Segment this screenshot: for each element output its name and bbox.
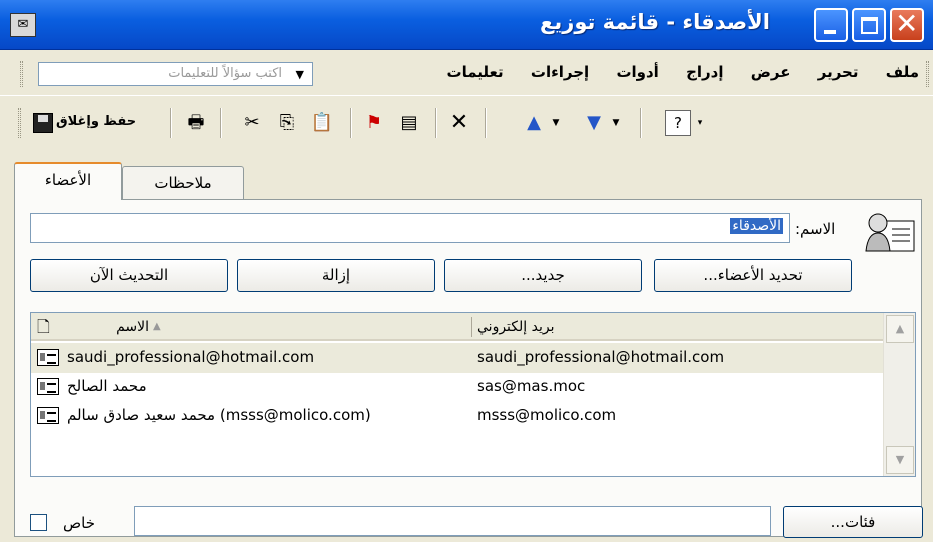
member-email: sas@mas.moc [477, 377, 586, 395]
contact-card-icon [37, 378, 59, 395]
tab-members[interactable]: الأعضاء [14, 162, 122, 200]
menu-items: ملف تحرير عرض إدراج أدوات إجراءات تعليما… [425, 63, 919, 81]
toolbar-separator [350, 108, 352, 138]
document-icon: 🗋 [37, 317, 50, 336]
save-and-close-button[interactable]: حفظ وإغلاق [32, 111, 144, 137]
menu-view[interactable]: عرض [751, 63, 791, 81]
contact-card-icon [37, 407, 59, 424]
paste-icon[interactable]: 📋 [308, 109, 336, 137]
categories-field[interactable] [134, 506, 771, 536]
menu-tools[interactable]: أدوات [616, 63, 658, 81]
sort-ascending-icon: ▲ [153, 321, 161, 332]
copy-icon[interactable]: ⎘ [273, 109, 301, 137]
minimize-button[interactable] [814, 8, 848, 42]
toolbar-separator [170, 108, 172, 138]
window-title: الأصدقاء - قائمة توزيع [540, 10, 770, 34]
member-email: msss@molico.com [477, 406, 617, 424]
column-divider[interactable] [471, 317, 472, 337]
standard-toolbar: حفظ وإغلاق 🖶 ✂ ⎘ 📋 ⚑ ▤ ✕ ▲ ▼ ▼ ▼ ? ▾ [0, 98, 933, 150]
add-new-button[interactable]: جديد... [444, 259, 642, 292]
list-header: 🗋 الاسم ▲ بريد إلكتروني [31, 313, 885, 341]
toolbar-grip[interactable] [18, 108, 21, 138]
list-item[interactable]: محمد الصالح sas@mas.moc [31, 372, 885, 402]
toolbar-separator [485, 108, 487, 138]
flag-icon[interactable]: ⚑ [360, 109, 388, 137]
contact-card-icon [862, 205, 916, 257]
column-header-email[interactable]: بريد إلكتروني [477, 313, 677, 341]
print-icon[interactable]: 🖶 [182, 109, 210, 137]
vertical-scrollbar[interactable]: ▲ ▼ [883, 313, 915, 476]
minimize-icon [824, 30, 836, 34]
member-email: saudi_professional@hotmail.com [477, 348, 725, 366]
ask-question-box[interactable]: اكتب سؤالاً للتعليمات ▼ [38, 62, 313, 86]
toolbar-separator [435, 108, 437, 138]
select-members-button[interactable]: تحديد الأعضاء... [654, 259, 852, 292]
next-item-icon[interactable]: ▼ [580, 109, 608, 137]
member-name: saudi_professional@hotmail.com [67, 348, 315, 366]
toolbar-separator [640, 108, 642, 138]
chevron-down-icon[interactable]: ▼ [296, 68, 304, 81]
chevron-down-icon[interactable]: ▼ [608, 109, 624, 137]
menu-grip[interactable] [926, 61, 929, 87]
toolbar-separator [220, 108, 222, 138]
members-list[interactable]: 🗋 الاسم ▲ بريد إلكتروني saudi_profession… [30, 312, 916, 477]
menu-bar: ملف تحرير عرض إدراج أدوات إجراءات تعليما… [0, 51, 933, 96]
member-name: محمد الصالح [67, 377, 147, 395]
title-bar[interactable]: ✉ الأصدقاء - قائمة توزيع ✕ [0, 0, 933, 50]
scroll-up-icon[interactable]: ▲ [886, 315, 914, 343]
scroll-down-icon[interactable]: ▼ [886, 446, 914, 474]
save-and-close-label: حفظ وإغلاق [56, 114, 137, 129]
maximize-icon [861, 17, 878, 34]
remove-button[interactable]: إزالة [237, 259, 435, 292]
categories-button[interactable]: فئات... [783, 506, 923, 538]
tab-strip: الأعضاء ملاحظات [0, 150, 933, 200]
cut-icon[interactable]: ✂ [238, 109, 266, 137]
name-field-value: الأصدقاء [730, 218, 783, 234]
previous-item-icon[interactable]: ▲ [520, 109, 548, 137]
toolbar-options-icon[interactable]: ▾ [694, 109, 706, 137]
ask-question-placeholder: اكتب سؤالاً للتعليمات [168, 66, 282, 81]
chevron-down-icon[interactable]: ▼ [548, 109, 564, 137]
list-item[interactable]: saudi_professional@hotmail.com saudi_pro… [31, 343, 885, 373]
menu-file[interactable]: ملف [886, 63, 919, 81]
tab-notes[interactable]: ملاحظات [122, 166, 244, 200]
close-icon: ✕ [895, 7, 919, 40]
insert-file-icon[interactable]: ▤ [395, 109, 423, 137]
help-icon[interactable]: ? [665, 110, 691, 136]
update-now-button[interactable]: التحديث الآن [30, 259, 228, 292]
distribution-list-window: ✉ الأصدقاء - قائمة توزيع ✕ ملف تحرير عرض… [0, 0, 933, 542]
contact-card-icon [37, 349, 59, 366]
menu-edit[interactable]: تحرير [818, 63, 859, 81]
menu-help[interactable]: تعليمات [447, 63, 504, 81]
member-name: محمد سعيد صادق سالم (msss@molico.com) [67, 406, 371, 424]
save-close-icon [33, 113, 53, 133]
name-field[interactable]: الأصدقاء [30, 213, 790, 243]
list-item[interactable]: محمد سعيد صادق سالم (msss@molico.com) ms… [31, 401, 885, 431]
menu-actions[interactable]: إجراءات [531, 63, 589, 81]
private-checkbox[interactable] [30, 514, 47, 531]
distribution-list-icon[interactable]: ✉ [10, 13, 36, 37]
private-label: خاص [63, 514, 95, 532]
maximize-button[interactable] [852, 8, 886, 42]
column-header-name[interactable]: الاسم [69, 313, 149, 341]
menu-insert[interactable]: إدراج [686, 63, 723, 81]
name-label: الاسم: [795, 220, 836, 238]
delete-icon[interactable]: ✕ [445, 109, 473, 137]
help-box-grip[interactable] [20, 61, 23, 87]
close-button[interactable]: ✕ [890, 7, 924, 42]
